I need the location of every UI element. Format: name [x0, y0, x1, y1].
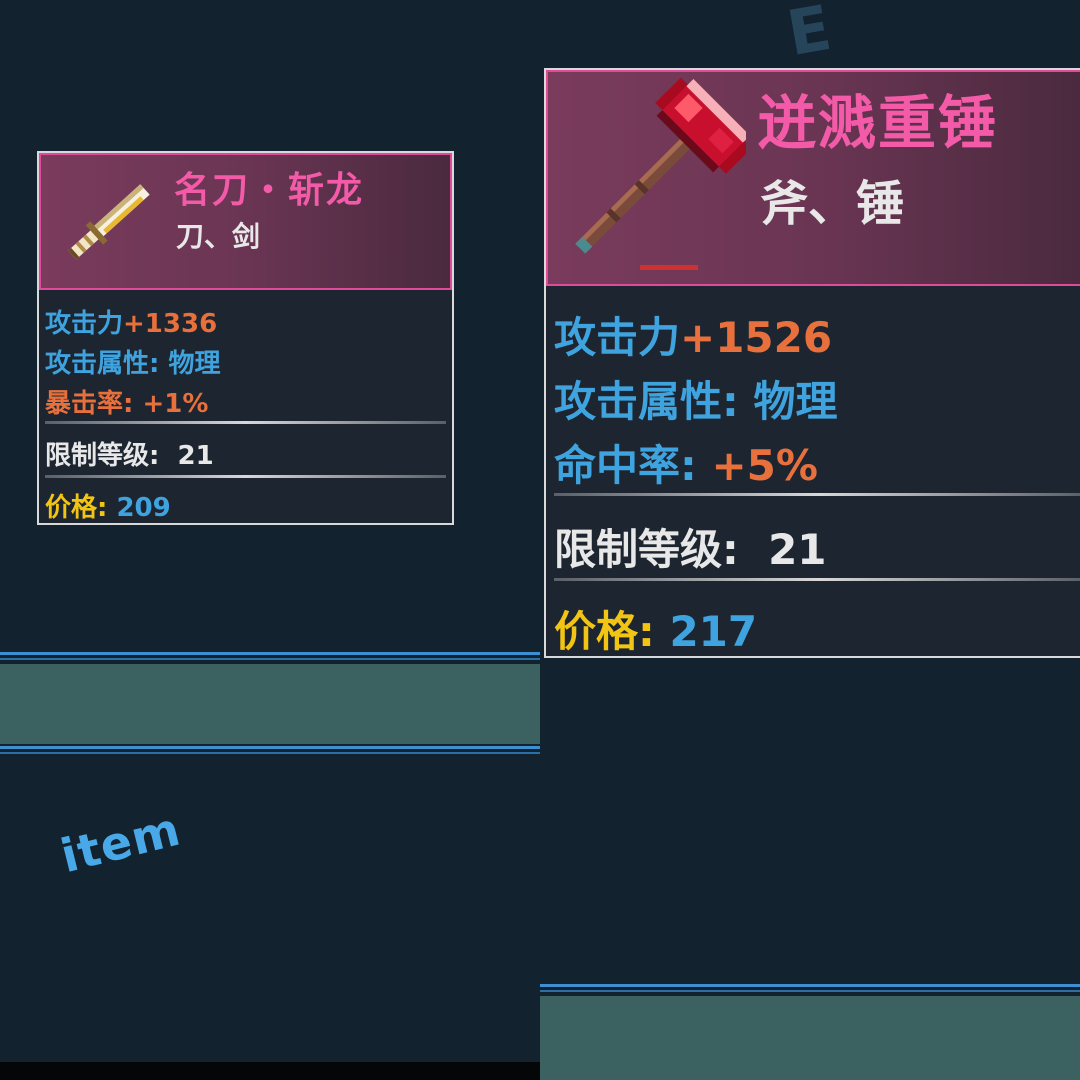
divider-line	[540, 984, 1080, 987]
extra-value: +1%	[142, 389, 209, 419]
level-requirement: 限制等级: 21	[45, 441, 214, 471]
attack-label: 攻击力	[554, 313, 681, 362]
price-value: 217	[669, 607, 758, 656]
attack-value: +1526	[680, 313, 833, 362]
price-label: 价格	[554, 607, 639, 656]
extra-value: +5%	[711, 441, 818, 490]
hammer-icon	[556, 77, 752, 282]
bottom-bar	[0, 1062, 540, 1080]
attribute-value: 物理	[168, 349, 221, 379]
separator	[45, 475, 446, 478]
katana-icon	[59, 171, 155, 283]
level-label: 限制等级	[45, 441, 150, 471]
separator	[554, 493, 1080, 496]
item-type: 斧、锤	[760, 176, 905, 232]
right-panel: E 迸溅重锤 斧、锤 攻击力+1526 攻击属性: 物理 命中率: +5% 限制…	[540, 0, 1080, 1080]
attribute-stat: 攻击属性: 物理	[45, 349, 221, 379]
item-type: 刀、剑	[176, 220, 261, 253]
extra-stat: 暴击率: +1%	[45, 389, 209, 419]
item-name: 迸溅重锤	[758, 89, 999, 157]
attribute-stat: 攻击属性: 物理	[554, 377, 838, 426]
price-value: 209	[116, 493, 171, 523]
extra-label: 命中率	[554, 441, 681, 490]
level-value: 21	[768, 525, 827, 574]
divider-line	[0, 658, 540, 660]
item-tooltip-card[interactable]: 名刀・斩龙 刀、剑 攻击力+1336 攻击属性: 物理 暴击率: +1% 限制等…	[37, 151, 454, 525]
extra-stat: 命中率: +5%	[554, 441, 818, 490]
price: 价格: 209	[45, 493, 171, 523]
divider-line	[0, 752, 540, 754]
price: 价格: 217	[554, 607, 758, 656]
attribute-value: 物理	[753, 377, 838, 426]
divider-line	[0, 746, 540, 749]
attribute-label: 攻击属性	[45, 349, 150, 379]
attack-value: +1336	[123, 309, 218, 339]
list-row-band	[540, 996, 1080, 1080]
attack-stat: 攻击力+1526	[554, 304, 832, 365]
item-name: 名刀・斩龙	[174, 170, 365, 211]
attack-stat: 攻击力+1336	[45, 303, 217, 340]
item-tooltip-card[interactable]: 迸溅重锤 斧、锤 攻击力+1526 攻击属性: 物理 命中率: +5% 限制等级…	[544, 68, 1080, 658]
level-marker	[640, 265, 698, 270]
divider-line	[540, 990, 1080, 992]
attack-label: 攻击力	[45, 309, 124, 339]
extra-label: 暴击率	[45, 389, 124, 419]
level-value: 21	[177, 441, 214, 471]
attribute-label: 攻击属性	[554, 377, 723, 426]
item-header: 名刀・斩龙 刀、剑	[39, 153, 452, 290]
divider-line	[0, 652, 540, 655]
left-panel: item 名刀・斩龙 刀、剑 攻击力+1336 攻击属性: 物理 暴击率: +1…	[0, 0, 540, 1080]
background-glyph: E	[781, 0, 837, 71]
separator	[45, 421, 446, 424]
level-label: 限制等级	[554, 525, 723, 574]
separator	[554, 578, 1080, 581]
item-watermark: item	[55, 801, 186, 884]
price-label: 价格	[45, 493, 98, 523]
item-header: 迸溅重锤 斧、锤	[546, 70, 1080, 286]
list-row-band	[0, 664, 540, 744]
level-requirement: 限制等级: 21	[554, 525, 827, 574]
